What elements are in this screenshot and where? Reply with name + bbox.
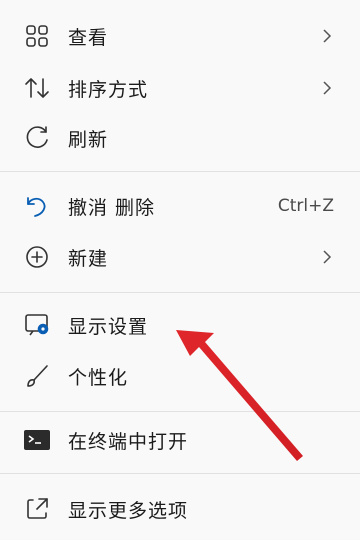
menu-item-label: 在终端中打开 [68,430,189,453]
refresh-icon [22,123,52,153]
chevron-right-icon [323,250,332,264]
menu-divider [0,171,360,172]
menu-item-sort[interactable]: 排序方式 [0,62,360,114]
new-icon [22,242,52,272]
menu-item-label: 显示更多选项 [68,499,189,522]
menu-item-label: 新建 [68,247,109,270]
menu-item-display-settings[interactable]: 显示设置 [0,299,360,351]
chevron-right-icon [323,81,332,95]
chevron-right-icon [323,29,332,43]
more-options-icon [22,494,52,524]
menu-item-show-more-options[interactable]: 显示更多选项 [0,483,360,535]
menu-item-label: 查看 [68,26,109,49]
menu-item-new[interactable]: 新建 [0,231,360,283]
shortcut-hint: Ctrl+Z [277,196,334,216]
brush-icon [22,361,52,391]
menu-divider [0,473,360,474]
menu-item-label: 刷新 [68,128,109,151]
menu-item-label: 显示设置 [68,315,149,338]
menu-item-refresh[interactable]: 刷新 [0,112,360,164]
menu-divider [0,292,360,293]
context-menu: 查看 排序方式 刷新 撤消 删除 Ctrl+Z 新建 显示设置 个性化 在终端中… [0,0,360,540]
menu-item-label: 个性化 [68,366,129,389]
menu-item-view[interactable]: 查看 [0,10,360,62]
menu-divider [0,411,360,412]
grid-icon [22,21,52,51]
menu-item-label: 排序方式 [68,78,149,101]
terminal-icon [22,425,52,455]
menu-item-label: 撤消 删除 [68,196,156,219]
undo-icon [22,191,52,221]
menu-item-open-in-terminal[interactable]: 在终端中打开 [0,414,360,466]
display-settings-icon [22,310,52,340]
menu-item-undo-delete[interactable]: 撤消 删除 Ctrl+Z [0,180,360,232]
sort-icon [22,73,52,103]
menu-item-personalize[interactable]: 个性化 [0,350,360,402]
